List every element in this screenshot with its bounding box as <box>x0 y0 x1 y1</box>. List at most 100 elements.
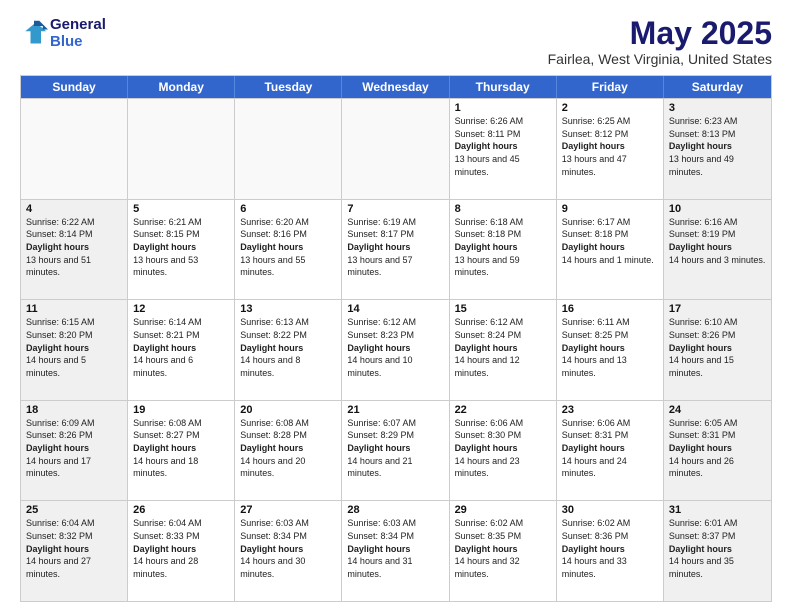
daylight-label: Daylight hours <box>240 343 303 353</box>
day-number: 3 <box>669 102 766 114</box>
calendar-cell: 15 Sunrise: 6:12 AMSunset: 8:24 PMDaylig… <box>450 300 557 400</box>
daylight-label: Daylight hours <box>455 141 518 151</box>
calendar-cell: 31 Sunrise: 6:01 AMSunset: 8:37 PMDaylig… <box>664 501 771 601</box>
day-info: Sunrise: 6:02 AMSunset: 8:36 PMDaylight … <box>562 517 658 580</box>
daylight-label: Daylight hours <box>26 242 89 252</box>
calendar-cell: 4 Sunrise: 6:22 AMSunset: 8:14 PMDayligh… <box>21 200 128 300</box>
day-info: Sunrise: 6:07 AMSunset: 8:29 PMDaylight … <box>347 417 443 480</box>
day-info: Sunrise: 6:19 AMSunset: 8:17 PMDaylight … <box>347 216 443 279</box>
day-info: Sunrise: 6:21 AMSunset: 8:15 PMDaylight … <box>133 216 229 279</box>
daylight-label: Daylight hours <box>562 141 625 151</box>
day-number: 2 <box>562 102 658 114</box>
day-info: Sunrise: 6:11 AMSunset: 8:25 PMDaylight … <box>562 316 658 379</box>
day-number: 5 <box>133 203 229 215</box>
daylight-label: Daylight hours <box>347 544 410 554</box>
day-info: Sunrise: 6:13 AMSunset: 8:22 PMDaylight … <box>240 316 336 379</box>
calendar-cell: 22 Sunrise: 6:06 AMSunset: 8:30 PMDaylig… <box>450 401 557 501</box>
logo-icon <box>20 19 48 47</box>
day-info: Sunrise: 6:01 AMSunset: 8:37 PMDaylight … <box>669 517 766 580</box>
header-friday: Friday <box>557 76 664 98</box>
calendar-cell: 9 Sunrise: 6:17 AMSunset: 8:18 PMDayligh… <box>557 200 664 300</box>
calendar-cell: 27 Sunrise: 6:03 AMSunset: 8:34 PMDaylig… <box>235 501 342 601</box>
page: General Blue May 2025 Fairlea, West Virg… <box>0 0 792 612</box>
day-number: 27 <box>240 504 336 516</box>
header-wednesday: Wednesday <box>342 76 449 98</box>
header-thursday: Thursday <box>450 76 557 98</box>
calendar-cell: 25 Sunrise: 6:04 AMSunset: 8:32 PMDaylig… <box>21 501 128 601</box>
daylight-label: Daylight hours <box>669 443 732 453</box>
calendar-cell: 26 Sunrise: 6:04 AMSunset: 8:33 PMDaylig… <box>128 501 235 601</box>
calendar-cell: 24 Sunrise: 6:05 AMSunset: 8:31 PMDaylig… <box>664 401 771 501</box>
day-number: 24 <box>669 404 766 416</box>
calendar-cell: 8 Sunrise: 6:18 AMSunset: 8:18 PMDayligh… <box>450 200 557 300</box>
logo: General Blue <box>20 16 106 51</box>
day-number: 11 <box>26 303 122 315</box>
header-monday: Monday <box>128 76 235 98</box>
day-info: Sunrise: 6:15 AMSunset: 8:20 PMDaylight … <box>26 316 122 379</box>
daylight-label: Daylight hours <box>347 242 410 252</box>
daylight-label: Daylight hours <box>455 343 518 353</box>
day-info: Sunrise: 6:10 AMSunset: 8:26 PMDaylight … <box>669 316 766 379</box>
calendar-cell <box>21 99 128 199</box>
daylight-label: Daylight hours <box>26 443 89 453</box>
day-info: Sunrise: 6:05 AMSunset: 8:31 PMDaylight … <box>669 417 766 480</box>
daylight-label: Daylight hours <box>26 343 89 353</box>
day-number: 14 <box>347 303 443 315</box>
calendar-week-1: 1 Sunrise: 6:26 AMSunset: 8:11 PMDayligh… <box>21 98 771 199</box>
daylight-label: Daylight hours <box>562 343 625 353</box>
title-block: May 2025 Fairlea, West Virginia, United … <box>548 16 772 67</box>
daylight-label: Daylight hours <box>669 141 732 151</box>
calendar-cell: 13 Sunrise: 6:13 AMSunset: 8:22 PMDaylig… <box>235 300 342 400</box>
day-info: Sunrise: 6:14 AMSunset: 8:21 PMDaylight … <box>133 316 229 379</box>
daylight-label: Daylight hours <box>455 443 518 453</box>
day-info: Sunrise: 6:06 AMSunset: 8:30 PMDaylight … <box>455 417 551 480</box>
day-number: 9 <box>562 203 658 215</box>
daylight-label: Daylight hours <box>669 242 732 252</box>
day-info: Sunrise: 6:12 AMSunset: 8:23 PMDaylight … <box>347 316 443 379</box>
day-info: Sunrise: 6:20 AMSunset: 8:16 PMDaylight … <box>240 216 336 279</box>
daylight-label: Daylight hours <box>133 544 196 554</box>
calendar-cell: 16 Sunrise: 6:11 AMSunset: 8:25 PMDaylig… <box>557 300 664 400</box>
day-number: 17 <box>669 303 766 315</box>
calendar-cell: 17 Sunrise: 6:10 AMSunset: 8:26 PMDaylig… <box>664 300 771 400</box>
calendar-cell: 18 Sunrise: 6:09 AMSunset: 8:26 PMDaylig… <box>21 401 128 501</box>
subtitle: Fairlea, West Virginia, United States <box>548 51 772 67</box>
day-number: 8 <box>455 203 551 215</box>
header-tuesday: Tuesday <box>235 76 342 98</box>
calendar-cell: 30 Sunrise: 6:02 AMSunset: 8:36 PMDaylig… <box>557 501 664 601</box>
calendar-cell: 29 Sunrise: 6:02 AMSunset: 8:35 PMDaylig… <box>450 501 557 601</box>
daylight-label: Daylight hours <box>562 443 625 453</box>
calendar-cell: 7 Sunrise: 6:19 AMSunset: 8:17 PMDayligh… <box>342 200 449 300</box>
logo-general: General <box>50 16 106 33</box>
header: General Blue May 2025 Fairlea, West Virg… <box>20 16 772 67</box>
daylight-label: Daylight hours <box>669 343 732 353</box>
day-info: Sunrise: 6:09 AMSunset: 8:26 PMDaylight … <box>26 417 122 480</box>
day-info: Sunrise: 6:22 AMSunset: 8:14 PMDaylight … <box>26 216 122 279</box>
day-info: Sunrise: 6:26 AMSunset: 8:11 PMDaylight … <box>455 115 551 178</box>
calendar-week-4: 18 Sunrise: 6:09 AMSunset: 8:26 PMDaylig… <box>21 400 771 501</box>
day-info: Sunrise: 6:17 AMSunset: 8:18 PMDaylight … <box>562 216 658 266</box>
day-info: Sunrise: 6:12 AMSunset: 8:24 PMDaylight … <box>455 316 551 379</box>
daylight-label: Daylight hours <box>669 544 732 554</box>
day-info: Sunrise: 6:23 AMSunset: 8:13 PMDaylight … <box>669 115 766 178</box>
daylight-label: Daylight hours <box>240 544 303 554</box>
day-number: 15 <box>455 303 551 315</box>
calendar-cell <box>128 99 235 199</box>
day-info: Sunrise: 6:25 AMSunset: 8:12 PMDaylight … <box>562 115 658 178</box>
day-number: 21 <box>347 404 443 416</box>
day-info: Sunrise: 6:18 AMSunset: 8:18 PMDaylight … <box>455 216 551 279</box>
calendar-cell: 14 Sunrise: 6:12 AMSunset: 8:23 PMDaylig… <box>342 300 449 400</box>
day-number: 19 <box>133 404 229 416</box>
day-number: 10 <box>669 203 766 215</box>
day-info: Sunrise: 6:08 AMSunset: 8:27 PMDaylight … <box>133 417 229 480</box>
calendar-body: 1 Sunrise: 6:26 AMSunset: 8:11 PMDayligh… <box>21 98 771 601</box>
calendar-cell: 21 Sunrise: 6:07 AMSunset: 8:29 PMDaylig… <box>342 401 449 501</box>
daylight-label: Daylight hours <box>455 544 518 554</box>
calendar-cell: 2 Sunrise: 6:25 AMSunset: 8:12 PMDayligh… <box>557 99 664 199</box>
daylight-label: Daylight hours <box>562 242 625 252</box>
calendar-cell: 20 Sunrise: 6:08 AMSunset: 8:28 PMDaylig… <box>235 401 342 501</box>
day-number: 16 <box>562 303 658 315</box>
day-number: 23 <box>562 404 658 416</box>
calendar-cell <box>235 99 342 199</box>
daylight-label: Daylight hours <box>133 443 196 453</box>
